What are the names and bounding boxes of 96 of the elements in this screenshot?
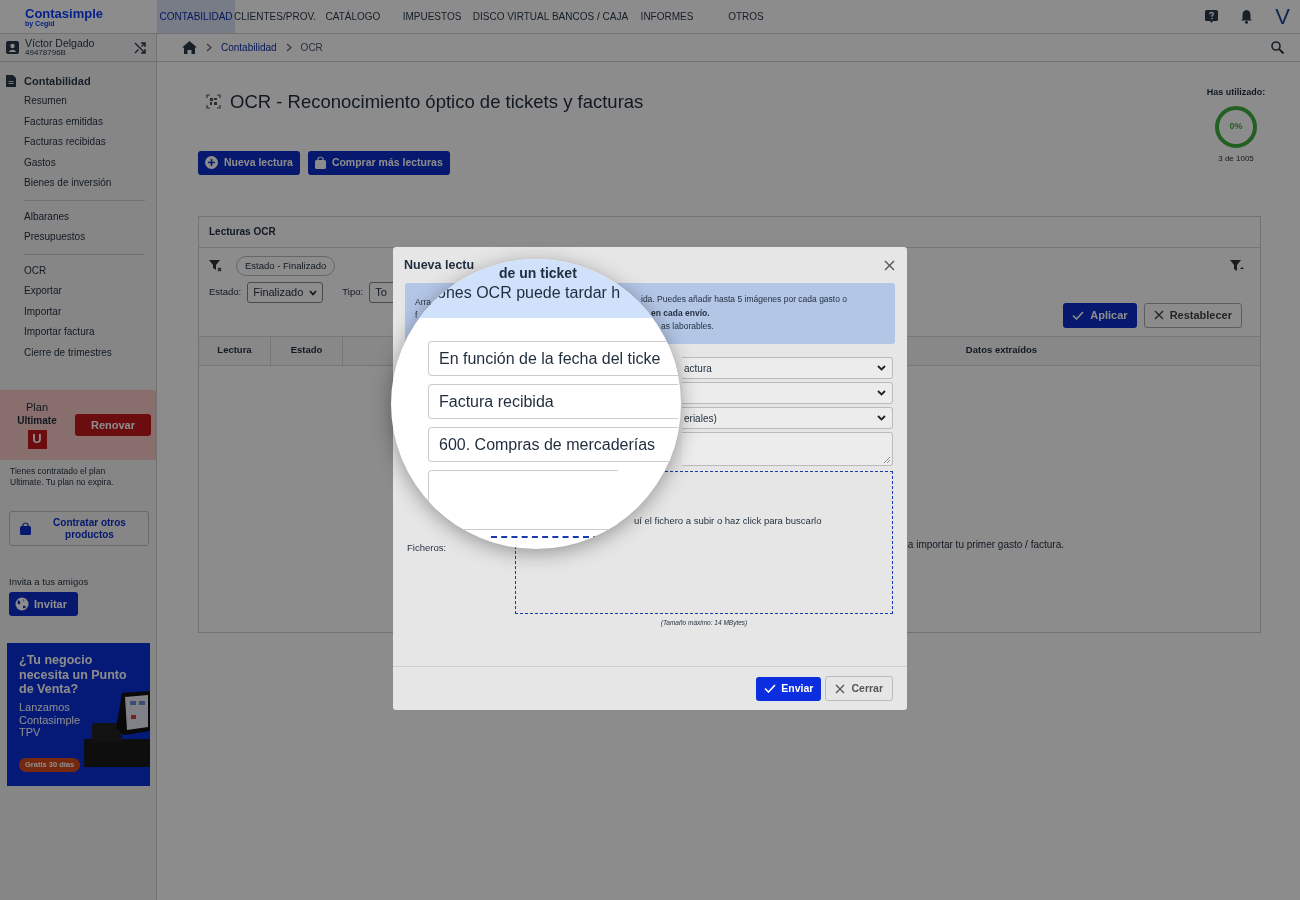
select-field[interactable]: [682, 382, 893, 404]
plan-note: Tienes contratado el plan Ultimate. Tu plan no expira.: [9, 465, 115, 488]
column-header: Estado: [271, 336, 343, 365]
shuffle-icon[interactable]: [134, 41, 146, 54]
resize-handle-icon: [884, 457, 890, 463]
select-field[interactable]: actura: [682, 357, 893, 379]
filter-select[interactable]: Finalizado: [247, 282, 324, 303]
close-button[interactable]: Cerrar: [825, 676, 893, 701]
nav-tab[interactable]: CATÁLOGO: [315, 0, 391, 33]
column-header: Datos extraídos: [964, 343, 1039, 358]
sidebar-section-title[interactable]: Contabilidad: [24, 72, 91, 90]
sidebar-item[interactable]: Exportar: [0, 281, 62, 302]
nav-tab[interactable]: CONTABILIDAD: [157, 0, 235, 33]
drop-zone-text: uí el fichero a subir o haz click para buscarlo: [634, 515, 822, 526]
send-button[interactable]: Enviar: [756, 676, 822, 701]
filter-label: Tipo:: [342, 285, 364, 300]
close-icon[interactable]: [884, 259, 895, 271]
chevron-down-icon: [877, 390, 886, 396]
sidebar-item[interactable]: Resumen: [0, 91, 67, 112]
files-label: Ficheros:: [407, 541, 448, 555]
sidebar-item[interactable]: Importar: [0, 301, 62, 322]
info-text: ida. Puedes añadir hasta 5 imágenes por cada gasto o: [641, 293, 848, 307]
nav-tab[interactable]: CLIENTES/PROV.: [235, 0, 315, 33]
sidebar-item[interactable]: Presupuestos: [0, 227, 86, 248]
other-products-button[interactable]: Contratar otros productos: [9, 511, 149, 546]
breadcrumb-link[interactable]: Contabilidad: [221, 40, 277, 55]
empty-message: a importar tu primer gasto / factura.: [907, 537, 1064, 552]
user-name: Víctor Delgado: [25, 38, 96, 49]
column-header: Lectura: [199, 336, 271, 365]
user-tax-id: 49478796B: [25, 48, 66, 57]
chevron-right-icon: [206, 43, 212, 52]
info-text: Arra: [415, 296, 432, 307]
user-avatar[interactable]: V: [1275, 0, 1290, 33]
panel-title: Lecturas OCR: [209, 225, 276, 239]
usage-count: 3 de 1005: [1218, 152, 1254, 165]
check-icon: [764, 684, 777, 693]
breadcrumb-current: OCR: [300, 41, 323, 55]
close-icon: [835, 683, 846, 694]
nav-tab[interactable]: OTROS: [703, 0, 789, 33]
info-text: f: [415, 310, 418, 321]
chevron-down-icon: [877, 415, 886, 421]
invite-label: Invita a tus amigos: [8, 575, 90, 589]
input-field[interactable]: 600. Compras de mercaderías: [428, 427, 678, 462]
sidebar-item[interactable]: Albaranes: [0, 206, 70, 227]
help-icon[interactable]: [1205, 10, 1219, 23]
chevron-down-icon: [877, 365, 886, 371]
promo-text: Lanzamos Contasimple TPV: [19, 701, 82, 739]
select-field[interactable]: eriales): [682, 407, 893, 429]
info-text: en cada envío.: [651, 306, 710, 320]
filter-label: Estado:: [209, 285, 242, 300]
sidebar-item[interactable]: Importar factura: [0, 322, 95, 343]
plan-badge: U: [27, 429, 47, 449]
page-title: OCR - Reconocimiento óptico de tickets y facturas: [230, 90, 644, 114]
plus-circle-icon: [205, 156, 218, 169]
check-icon: [1072, 310, 1085, 320]
home-icon[interactable]: [182, 41, 197, 54]
notification-bell-icon[interactable]: [1240, 9, 1254, 24]
filter-icon[interactable]: [1230, 259, 1244, 272]
reset-button[interactable]: Restablecer: [1143, 302, 1242, 328]
document-icon: [6, 75, 16, 87]
sidebar-item[interactable]: Facturas recibidas: [0, 132, 106, 153]
magnified-title: de un ticket: [499, 264, 577, 283]
renew-button[interactable]: Renovar: [75, 414, 151, 436]
sidebar-item[interactable]: Facturas emitidas: [0, 111, 103, 132]
nav-tab[interactable]: INFORMES: [631, 0, 703, 33]
plan-name: Ultimate: [17, 415, 57, 428]
usage-percent: 0%: [1229, 119, 1243, 133]
nav-tab[interactable]: DISCO VIRTUAL: [473, 0, 549, 33]
search-icon[interactable]: [1271, 41, 1284, 54]
input-field[interactable]: En función de la fecha del ticke: [428, 341, 678, 376]
close-icon: [1153, 310, 1164, 320]
globe-icon: [15, 597, 29, 612]
sidebar-item[interactable]: Gastos: [0, 152, 56, 173]
scan-icon: [206, 94, 221, 110]
usage-label: Has utilizado:: [1206, 86, 1266, 99]
input-field[interactable]: Factura recibida: [428, 384, 678, 419]
dialog-title: Nueva lectu: [404, 256, 475, 274]
shopping-bag-icon: [20, 522, 31, 535]
sidebar-item[interactable]: Cierre de trimestres: [0, 342, 112, 363]
apply-button[interactable]: Aplicar: [1063, 302, 1137, 328]
clear-filter-icon[interactable]: [209, 259, 222, 272]
logo[interactable]: Contasimple: [25, 6, 103, 20]
shopping-bag-icon: [314, 156, 326, 169]
toolbar-button[interactable]: Comprar más lecturas: [307, 150, 450, 175]
invite-button[interactable]: Invitar: [9, 592, 78, 617]
plan-label: Plan: [26, 401, 48, 416]
chevron-down-icon: [309, 289, 318, 296]
sidebar-item[interactable]: Bienes de inversión: [0, 173, 112, 194]
sidebar-item[interactable]: OCR: [0, 260, 47, 281]
toolbar-button[interactable]: Nueva lectura: [198, 150, 300, 175]
info-text: as laborables.: [661, 320, 714, 334]
nav-tab[interactable]: IMPUESTOS: [391, 0, 473, 33]
chevron-right-icon: [285, 43, 292, 52]
nav-tab[interactable]: BANCOS / CAJA: [549, 0, 631, 33]
promo-headline: ¿Tu negocio necesita un Punto de Venta?: [19, 653, 128, 697]
contact-card-icon: [6, 41, 19, 54]
